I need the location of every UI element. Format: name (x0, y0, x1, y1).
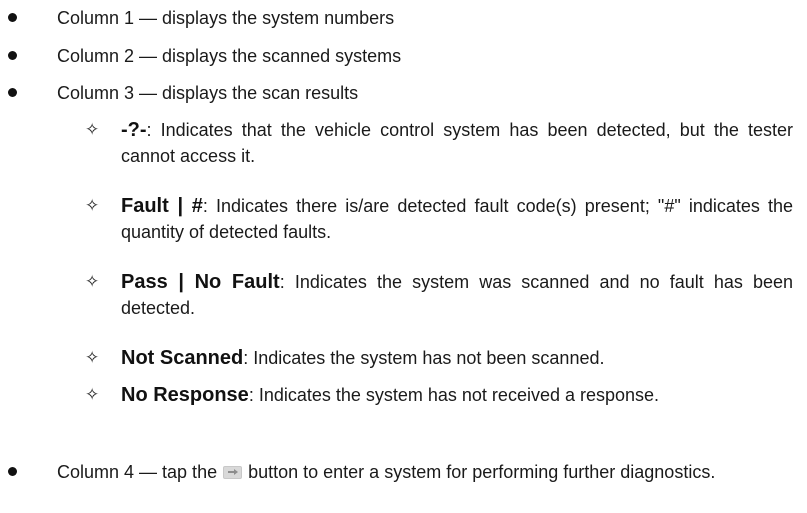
result-description: : Indicates the system has not received … (248, 385, 660, 405)
diamond-bullet-icon: ✧ (85, 385, 100, 405)
result-term: Fault | # (121, 195, 203, 217)
column-4-text-before: Column 4 — tap the (57, 462, 218, 482)
diamond-bullet-icon: ✧ (85, 272, 100, 292)
result-term: Not Scanned (121, 347, 244, 369)
result-description: : Indicates that the vehicle control sys… (121, 120, 793, 166)
column-2-text: Column 2 — displays the scanned systems (57, 46, 402, 66)
column-1-text: Column 1 — displays the system numbers (57, 8, 395, 28)
result-term: Pass | No Fault (121, 271, 280, 293)
bullet-dot-icon (8, 467, 17, 476)
result-term: -?- (121, 119, 147, 141)
result-description: : Indicates there is/are detected fault … (121, 196, 793, 242)
bullet-dot-icon (8, 88, 17, 97)
arrow-right-icon (223, 465, 243, 479)
diamond-bullet-icon: ✧ (85, 348, 100, 368)
bullet-dot-icon (8, 13, 17, 22)
manual-page: Column 1 — displays the system numbers C… (0, 0, 807, 513)
result-description: : Indicates the system has not been scan… (243, 348, 605, 368)
column-4-text-after: button to enter a system for performing … (248, 462, 716, 482)
diamond-bullet-icon: ✧ (85, 196, 100, 216)
bullet-dot-icon (8, 51, 17, 60)
result-term: No Response (121, 384, 249, 406)
diamond-bullet-icon: ✧ (85, 120, 100, 140)
column-3-text: Column 3 — displays the scan results (57, 83, 359, 103)
